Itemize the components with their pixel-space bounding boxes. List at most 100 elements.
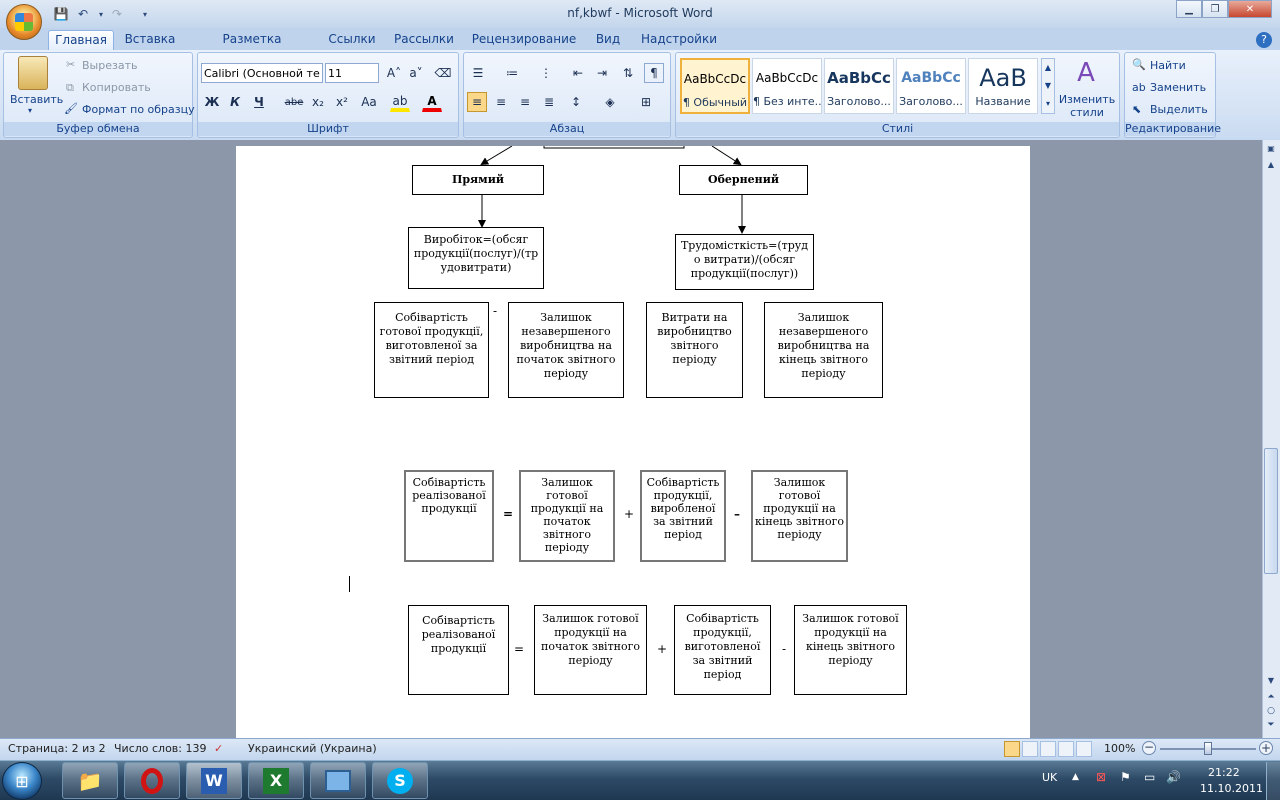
tab-view[interactable]: Вид xyxy=(590,30,626,50)
scroll-up-icon[interactable]: ▲ xyxy=(1264,160,1278,174)
font-size-select[interactable]: 11 xyxy=(325,63,379,83)
subscript-button[interactable]: x₂ xyxy=(308,92,328,112)
network-icon[interactable]: ⊠ xyxy=(1096,770,1106,784)
next-page-icon[interactable]: ⏷ xyxy=(1264,720,1278,734)
production-costs-box: Витрати на виробництво звітного періоду xyxy=(646,302,743,398)
shrink-font-icon[interactable]: a˅ xyxy=(406,63,426,83)
zoom-slider-thumb[interactable] xyxy=(1204,742,1212,755)
justify-icon[interactable]: ≣ xyxy=(539,92,559,112)
skype-taskbar-button[interactable]: S xyxy=(372,762,428,799)
align-right-icon[interactable]: ≡ xyxy=(515,92,535,112)
cut-button[interactable]: Вырезать xyxy=(82,59,137,72)
style-normal[interactable]: AaBbCcDc ¶ Обычный xyxy=(680,58,750,114)
paste-icon[interactable] xyxy=(18,56,48,90)
change-case-button[interactable]: Aa xyxy=(356,92,382,112)
proofing-icon[interactable]: ✓ xyxy=(214,742,223,755)
print-layout-icon[interactable] xyxy=(1004,741,1020,757)
zoom-in-icon[interactable]: + xyxy=(1259,741,1273,755)
italic-button[interactable]: К xyxy=(225,92,245,112)
word-count[interactable]: Число слов: 139 xyxy=(114,742,207,755)
font-color-icon[interactable]: A xyxy=(422,92,442,112)
arrow-to-inverse xyxy=(711,146,742,166)
draft-icon[interactable] xyxy=(1076,741,1092,757)
opera-icon xyxy=(141,767,163,794)
replace-button[interactable]: Заменить xyxy=(1150,81,1206,94)
copy-icon: ⧉ xyxy=(66,81,74,94)
shading-icon[interactable]: ◈ xyxy=(600,92,620,112)
scroll-thumb[interactable] xyxy=(1264,448,1278,574)
grow-font-icon[interactable]: A˄ xyxy=(384,63,404,83)
paste-dropdown-icon[interactable]: ▾ xyxy=(28,106,32,115)
sort-icon[interactable]: ⇅ xyxy=(618,63,638,83)
show-marks-icon[interactable]: ¶ xyxy=(644,63,664,83)
tab-home[interactable]: Главная xyxy=(48,30,114,50)
strikethrough-button[interactable]: abe xyxy=(284,92,304,112)
style-no-spacing[interactable]: AaBbCcDc ¶ Без инте... xyxy=(752,58,822,114)
highlight-icon[interactable]: ab xyxy=(390,92,410,112)
start-button[interactable]: ⊞ xyxy=(2,762,42,800)
close-button[interactable]: ✕ xyxy=(1228,0,1272,18)
office-button[interactable] xyxy=(6,4,42,40)
select-button[interactable]: Выделить xyxy=(1150,103,1208,116)
style-heading1[interactable]: AaBbCc Заголово... xyxy=(824,58,894,114)
tab-insert[interactable]: Вставка xyxy=(118,30,182,50)
clear-format-icon[interactable]: ⌫ xyxy=(433,63,453,83)
superscript-button[interactable]: x² xyxy=(332,92,352,112)
increase-indent-icon[interactable]: ⇥ xyxy=(592,63,612,83)
change-styles-icon[interactable]: A xyxy=(1068,58,1104,92)
help-icon[interactable]: ? xyxy=(1256,32,1272,48)
align-center-icon[interactable]: ≡ xyxy=(491,92,511,112)
font-family-select[interactable]: Calibri (Основной те xyxy=(201,63,323,83)
zoom-out-icon[interactable]: − xyxy=(1142,741,1156,755)
vertical-scrollbar[interactable] xyxy=(1262,140,1280,738)
language-indicator[interactable]: Украинский (Украина) xyxy=(248,742,377,755)
line-spacing-icon[interactable]: ↕ xyxy=(566,92,586,112)
word-taskbar-button[interactable]: W xyxy=(186,762,242,799)
tab-references[interactable]: Ссылки xyxy=(322,30,382,50)
style-heading2[interactable]: AaBbCc Заголово... xyxy=(896,58,966,114)
tab-addins[interactable]: Надстройки xyxy=(636,30,722,50)
clock-date[interactable]: 11.10.2011 xyxy=(1200,782,1263,795)
bold-button[interactable]: Ж xyxy=(202,92,222,112)
format-painter-button[interactable]: Формат по образцу xyxy=(82,103,195,116)
copy-button[interactable]: Копировать xyxy=(82,81,151,94)
clock-time[interactable]: 21:22 xyxy=(1208,766,1240,779)
bullets-icon[interactable]: ☰ xyxy=(468,63,488,83)
tab-page-layout[interactable]: Разметка страницы xyxy=(190,30,314,64)
ruler-toggle-icon[interactable]: ▣ xyxy=(1264,144,1278,158)
tab-mailings[interactable]: Рассылки xyxy=(390,30,458,50)
numbering-icon[interactable]: ≔ xyxy=(502,63,522,83)
excel-taskbar-button[interactable]: X xyxy=(248,762,304,799)
styles-scroll[interactable]: ▲ ▼ ▾ xyxy=(1041,58,1055,114)
full-screen-reading-icon[interactable] xyxy=(1022,741,1038,757)
control-panel-taskbar-button[interactable] xyxy=(310,762,366,799)
show-hidden-icons[interactable]: ▲ xyxy=(1072,772,1079,782)
explorer-taskbar-button[interactable]: 📁 xyxy=(62,762,118,799)
power-icon[interactable]: ▭ xyxy=(1144,770,1155,784)
align-left-icon[interactable]: ≡ xyxy=(467,92,487,112)
minimize-button[interactable]: ▁ xyxy=(1176,0,1202,18)
paste-button[interactable]: Вставить xyxy=(10,93,63,106)
browse-object-icon[interactable]: ○ xyxy=(1264,706,1278,718)
restore-button[interactable]: ❐ xyxy=(1202,0,1228,18)
underline-button[interactable]: Ч xyxy=(249,92,269,112)
action-center-icon[interactable]: ⚑ xyxy=(1120,770,1131,784)
change-styles-button[interactable]: Изменить стили xyxy=(1058,93,1116,119)
tab-review[interactable]: Рецензирование xyxy=(468,30,580,50)
keyboard-language[interactable]: UK xyxy=(1042,771,1057,784)
style-name: ¶ Обычный xyxy=(682,96,748,109)
scroll-down-icon[interactable]: ▼ xyxy=(1264,676,1278,690)
decrease-indent-icon[interactable]: ⇤ xyxy=(568,63,588,83)
show-desktop-button[interactable] xyxy=(1266,762,1280,800)
multilevel-list-icon[interactable]: ⋮ xyxy=(536,63,556,83)
outline-icon[interactable] xyxy=(1058,741,1074,757)
page-indicator[interactable]: Страница: 2 из 2 xyxy=(8,742,106,755)
borders-icon[interactable]: ⊞ xyxy=(636,92,656,112)
volume-icon[interactable]: 🔊 xyxy=(1166,770,1181,784)
zoom-level[interactable]: 100% xyxy=(1104,742,1135,755)
style-title[interactable]: AaB Название xyxy=(968,58,1038,114)
find-button[interactable]: Найти xyxy=(1150,59,1186,72)
opera-taskbar-button[interactable] xyxy=(124,762,180,799)
prev-page-icon[interactable]: ⏶ xyxy=(1264,692,1278,706)
web-layout-icon[interactable] xyxy=(1040,741,1056,757)
